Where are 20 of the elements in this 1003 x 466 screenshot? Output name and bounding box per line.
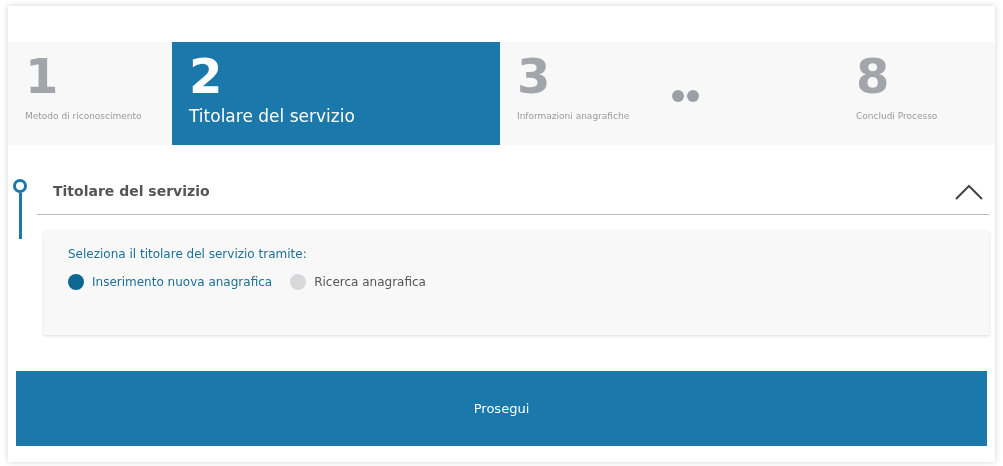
section-title: Titolare del servizio bbox=[53, 182, 210, 201]
step-number: 2 bbox=[189, 50, 224, 102]
step-label: Informazioni anagrafiche bbox=[517, 110, 631, 123]
step-label: Concludi Processo bbox=[856, 110, 939, 123]
step-label: Metodo di riconoscimento bbox=[25, 110, 143, 123]
radio-option[interactable]: Inserimento nuova anagrafica bbox=[68, 273, 273, 291]
step-number: 3 bbox=[517, 50, 552, 102]
step-label: Titolare del servizio bbox=[189, 105, 356, 128]
step-number: 8 bbox=[856, 50, 891, 102]
ellipsis-icon bbox=[672, 89, 699, 102]
radio-option[interactable]: Ricerca anagrafica bbox=[290, 273, 426, 291]
section-header[interactable]: Titolare del servizio bbox=[37, 145, 989, 215]
wizard-step[interactable]: 8 Concludi Processo bbox=[828, 42, 995, 145]
wizard-step[interactable]: 3 Informazioni anagrafiche bbox=[500, 42, 660, 145]
wizard-step[interactable]: 1 Metodo di riconoscimento bbox=[8, 42, 172, 145]
prompt-text: Seleziona il titolare del servizio tramite: bbox=[68, 246, 308, 263]
step-number: 1 bbox=[25, 50, 60, 102]
chevron-up-icon bbox=[955, 183, 983, 200]
continue-button[interactable]: Prosegui bbox=[16, 371, 987, 446]
wizard-step[interactable]: 2 Titolare del servizio bbox=[172, 42, 500, 145]
